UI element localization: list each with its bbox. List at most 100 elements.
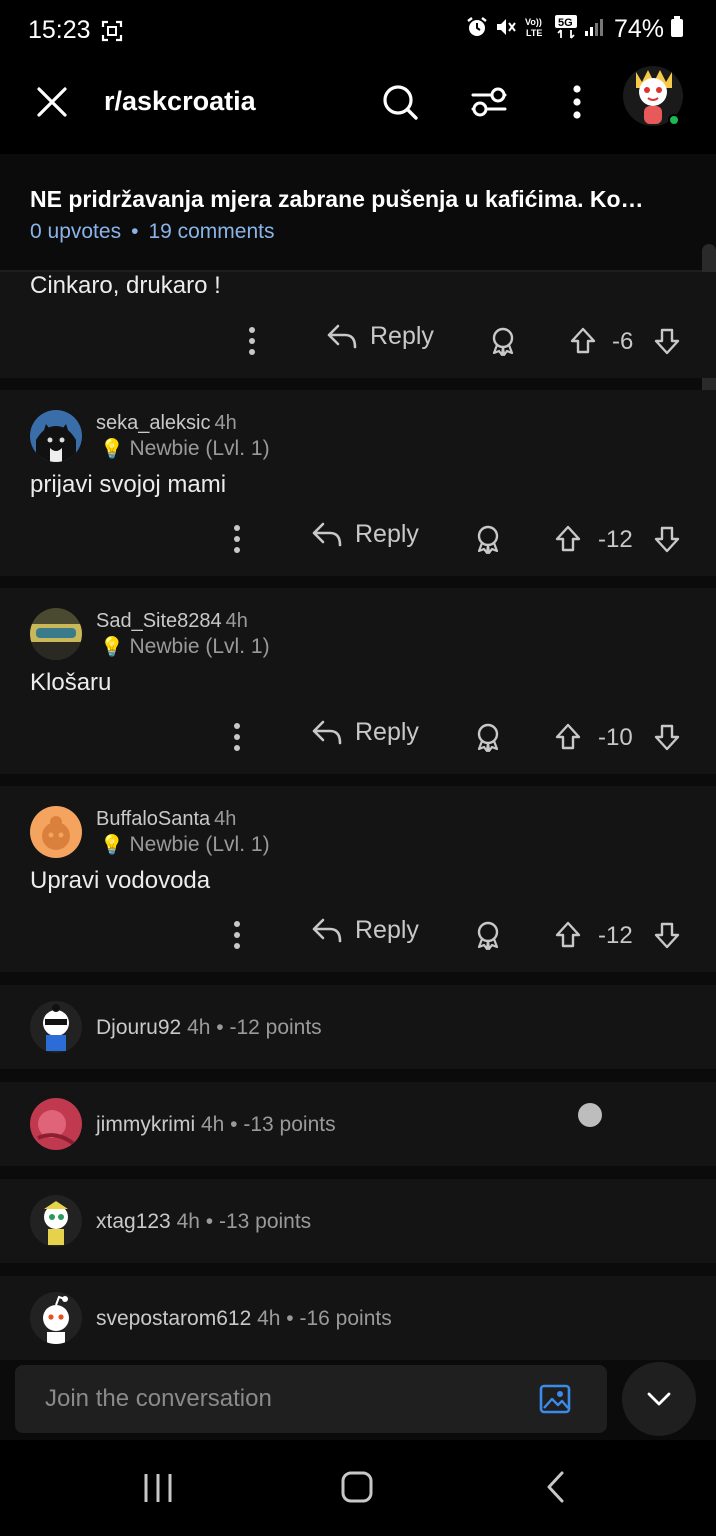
flair-text: Newbie (Lvl. 1) xyxy=(129,437,270,460)
meta-separator: • xyxy=(131,220,139,243)
comment-age: 4h xyxy=(214,808,237,830)
collapsed-comment[interactable]: svepostarom612 4h • -16 points xyxy=(0,1276,716,1360)
downvote-icon[interactable] xyxy=(652,920,682,955)
filter-icon[interactable] xyxy=(470,84,508,125)
comment-body: Cinkaro, drukaro ! xyxy=(30,272,221,299)
avatar[interactable] xyxy=(30,1001,82,1053)
post-header[interactable]: NE pridržavanja mjera zabrane pušenja u … xyxy=(0,164,716,272)
flair-text: Newbie (Lvl. 1) xyxy=(129,635,270,658)
home-icon[interactable] xyxy=(340,1470,374,1509)
user-flair: 💡 Newbie (Lvl. 1) xyxy=(100,833,270,857)
username[interactable]: svepostarom612 xyxy=(96,1307,251,1330)
reply-label: Reply xyxy=(355,520,419,548)
search-icon[interactable] xyxy=(380,82,420,127)
mute-icon xyxy=(494,16,518,43)
post-title[interactable]: NE pridržavanja mjera zabrane pušenja u … xyxy=(30,186,680,213)
user-flair: 💡 Newbie (Lvl. 1) xyxy=(100,635,270,659)
upvote-count: 0 upvotes xyxy=(30,220,122,243)
svg-text:5G: 5G xyxy=(558,17,573,29)
reply-button[interactable]: Reply xyxy=(311,916,419,945)
avatar[interactable] xyxy=(30,410,82,462)
collapsed-info: 4h • -16 points xyxy=(257,1307,392,1330)
more-vert-icon[interactable] xyxy=(244,326,260,361)
collapsed-comment[interactable]: Djouru92 4h • -12 points xyxy=(0,985,716,1069)
reply-button[interactable]: Reply xyxy=(326,322,434,351)
comment-author[interactable]: BuffaloSanta 4h xyxy=(96,808,236,831)
top-bar: r/askcroatia xyxy=(0,62,716,154)
avatar[interactable] xyxy=(30,1195,82,1247)
downvote-icon[interactable] xyxy=(652,524,682,559)
more-vert-icon[interactable] xyxy=(229,722,245,757)
status-time: 15:23 xyxy=(28,16,91,44)
battery-percent: 74% xyxy=(613,15,664,43)
downvote-icon[interactable] xyxy=(652,722,682,757)
downvote-icon[interactable] xyxy=(652,326,682,361)
more-vert-icon[interactable] xyxy=(229,524,245,559)
recent-apps-icon[interactable] xyxy=(142,1472,174,1509)
collapsed-meta: jimmykrimi 4h • -13 points xyxy=(96,1113,336,1137)
comment-body: Klošaru xyxy=(30,669,112,696)
reply-button[interactable]: Reply xyxy=(311,718,419,747)
reply-label: Reply xyxy=(355,916,419,944)
username[interactable]: Sad_Site8284 xyxy=(96,610,222,632)
comment-author[interactable]: seka_aleksic 4h xyxy=(96,412,237,435)
upvote-icon[interactable] xyxy=(553,524,583,559)
subreddit-title[interactable]: r/askcroatia xyxy=(104,86,256,117)
5g-icon: 5G xyxy=(554,14,578,45)
username[interactable]: jimmykrimi xyxy=(96,1113,195,1136)
image-icon[interactable] xyxy=(539,1383,571,1420)
comment-age: 4h xyxy=(225,610,248,632)
avatar[interactable] xyxy=(30,806,82,858)
avatar[interactable] xyxy=(30,608,82,660)
avatar[interactable] xyxy=(30,1098,82,1150)
upvote-icon[interactable] xyxy=(568,326,598,361)
more-vert-icon[interactable] xyxy=(562,84,592,125)
username[interactable]: BuffaloSanta xyxy=(96,808,210,830)
avatar[interactable] xyxy=(30,1292,82,1344)
username[interactable]: Djouru92 xyxy=(96,1016,181,1039)
comment-count: 19 comments xyxy=(148,220,275,243)
signal-icon xyxy=(584,17,604,42)
comment-card: Cinkaro, drukaro ! Reply -6 xyxy=(0,272,716,378)
collapsed-comment[interactable]: jimmykrimi 4h • -13 points xyxy=(0,1082,716,1166)
status-bar: 15:23 Vo)) LTE 5G 74% xyxy=(0,0,716,62)
comment-card: seka_aleksic 4h 💡 Newbie (Lvl. 1) prijavi… xyxy=(0,390,716,576)
comment-author[interactable]: Sad_Site8284 4h xyxy=(96,610,248,633)
reply-label: Reply xyxy=(370,322,434,350)
username[interactable]: seka_aleksic xyxy=(96,412,211,434)
svg-text:Vo)): Vo)) xyxy=(525,17,542,27)
reply-label: Reply xyxy=(355,718,419,746)
flair-text: Newbie (Lvl. 1) xyxy=(129,833,270,856)
avatar[interactable] xyxy=(622,62,684,128)
collapsed-comment[interactable]: xtag123 4h • -13 points xyxy=(0,1179,716,1263)
volte-icon: Vo)) LTE xyxy=(524,15,548,44)
lightbulb-icon: 💡 xyxy=(100,439,124,460)
more-vert-icon[interactable] xyxy=(229,920,245,955)
comment-actions: Reply -12 xyxy=(0,916,716,956)
user-flair: 💡 Newbie (Lvl. 1) xyxy=(100,437,270,461)
comment-card: BuffaloSanta 4h 💡 Newbie (Lvl. 1) Upravi … xyxy=(0,786,716,972)
comment-age: 4h xyxy=(214,412,237,434)
lightbulb-icon: 💡 xyxy=(100,835,124,856)
back-icon[interactable] xyxy=(544,1470,568,1509)
join-conversation-input[interactable]: Join the conversation xyxy=(15,1365,607,1433)
screenshot-icon xyxy=(101,20,123,47)
award-icon[interactable] xyxy=(488,326,518,361)
close-icon[interactable] xyxy=(34,84,70,125)
collapsed-info: 4h • -12 points xyxy=(187,1016,322,1039)
comment-card: Sad_Site8284 4h 💡 Newbie (Lvl. 1) Klošaru… xyxy=(0,588,716,774)
award-icon[interactable] xyxy=(473,524,503,559)
alarm-icon xyxy=(466,16,488,43)
lightbulb-icon: 💡 xyxy=(100,637,124,658)
scroll-down-button[interactable] xyxy=(622,1362,696,1436)
svg-text:LTE: LTE xyxy=(526,28,542,38)
battery-icon xyxy=(670,16,684,43)
upvote-icon[interactable] xyxy=(553,920,583,955)
comment-actions: Reply -10 xyxy=(0,718,716,758)
award-icon[interactable] xyxy=(473,722,503,757)
award-icon[interactable] xyxy=(473,920,503,955)
reply-button[interactable]: Reply xyxy=(311,520,419,549)
upvote-icon[interactable] xyxy=(553,722,583,757)
comment-actions: Reply -6 xyxy=(0,322,716,362)
username[interactable]: xtag123 xyxy=(96,1210,171,1233)
